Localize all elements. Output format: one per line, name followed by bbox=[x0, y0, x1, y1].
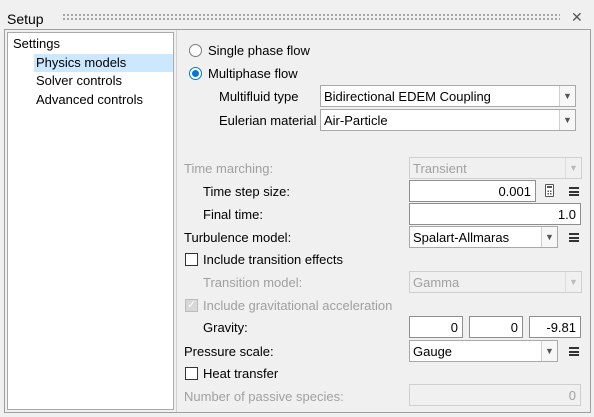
heat-transfer-checkbox[interactable] bbox=[185, 367, 198, 380]
time-marching-value: Transient bbox=[413, 161, 467, 176]
tree-item-advanced-controls[interactable]: Advanced controls bbox=[36, 92, 143, 107]
include-gravity-checkbox[interactable] bbox=[185, 298, 198, 312]
chevron-down-icon: ▼ bbox=[565, 158, 581, 178]
turbulence-model-value: Spalart-Allmaras bbox=[413, 230, 510, 245]
multiphase-radio[interactable] bbox=[189, 67, 202, 80]
transition-model-label: Transition model: bbox=[203, 275, 303, 290]
gravity-x-field[interactable]: 0 bbox=[409, 316, 463, 338]
eulerian-material-label: Eulerian material bbox=[219, 113, 317, 128]
eulerian-material-value: Air-Particle bbox=[324, 113, 388, 128]
passive-species-label: Number of passive species: bbox=[184, 389, 344, 404]
chevron-down-icon: ▼ bbox=[559, 110, 575, 130]
settings-tree: Settings Physics models Solver controls … bbox=[7, 32, 174, 410]
chevron-down-icon: ▼ bbox=[541, 227, 557, 247]
menu-icon[interactable] bbox=[569, 233, 579, 242]
tree-item-settings[interactable]: Settings bbox=[13, 36, 60, 51]
close-icon[interactable]: ✕ bbox=[571, 9, 583, 26]
transition-model-value: Gamma bbox=[413, 275, 460, 290]
final-time-field[interactable]: 1.0 bbox=[409, 203, 581, 225]
calculator-icon[interactable] bbox=[545, 184, 554, 197]
menu-icon[interactable] bbox=[569, 347, 579, 356]
turbulence-model-select[interactable]: Spalart-Allmaras ▼ bbox=[409, 226, 558, 248]
tree-item-solver-controls[interactable]: Solver controls bbox=[36, 73, 122, 88]
gravity-z-field[interactable]: -9.81 bbox=[529, 316, 581, 338]
panel-divider bbox=[176, 30, 177, 412]
tree-item-label: Physics models bbox=[36, 55, 127, 70]
multifluid-type-select[interactable]: Bidirectional EDEM Coupling ▼ bbox=[320, 85, 576, 107]
include-transition-checkbox[interactable] bbox=[185, 253, 198, 266]
chevron-down-icon: ▼ bbox=[541, 341, 557, 361]
include-gravity-label: Include gravitational acceleration bbox=[203, 298, 393, 313]
single-phase-radio[interactable] bbox=[189, 44, 202, 57]
time-step-label: Time step size: bbox=[203, 184, 290, 199]
heat-transfer-label: Heat transfer bbox=[203, 366, 279, 381]
turbulence-model-label: Turbulence model: bbox=[184, 230, 292, 245]
tree-item-physics-models[interactable]: Physics models bbox=[34, 54, 173, 72]
gravity-y-field[interactable]: 0 bbox=[469, 316, 523, 338]
window-title: Setup bbox=[7, 11, 44, 27]
pressure-scale-label: Pressure scale: bbox=[184, 344, 274, 359]
passive-species-field[interactable]: 0 bbox=[409, 384, 581, 406]
multifluid-type-label: Multifluid type bbox=[219, 89, 299, 104]
transition-model-select[interactable]: Gamma ▼ bbox=[409, 271, 582, 293]
drag-handle[interactable] bbox=[62, 13, 560, 22]
eulerian-material-select[interactable]: Air-Particle ▼ bbox=[320, 109, 576, 131]
single-phase-label: Single phase flow bbox=[208, 43, 310, 58]
multiphase-label: Multiphase flow bbox=[208, 66, 298, 81]
final-time-label: Final time: bbox=[203, 207, 263, 222]
multifluid-type-value: Bidirectional EDEM Coupling bbox=[324, 89, 491, 104]
gravity-label: Gravity: bbox=[203, 320, 248, 335]
chevron-down-icon: ▼ bbox=[565, 272, 581, 292]
pressure-scale-select[interactable]: Gauge ▼ bbox=[409, 340, 558, 362]
time-marching-select[interactable]: Transient ▼ bbox=[409, 157, 582, 179]
include-transition-label: Include transition effects bbox=[203, 252, 343, 267]
menu-icon[interactable] bbox=[569, 187, 579, 196]
chevron-down-icon: ▼ bbox=[559, 86, 575, 106]
time-marching-label: Time marching: bbox=[184, 161, 274, 176]
time-step-field[interactable]: 0.001 bbox=[409, 180, 536, 202]
pressure-scale-value: Gauge bbox=[413, 344, 453, 359]
